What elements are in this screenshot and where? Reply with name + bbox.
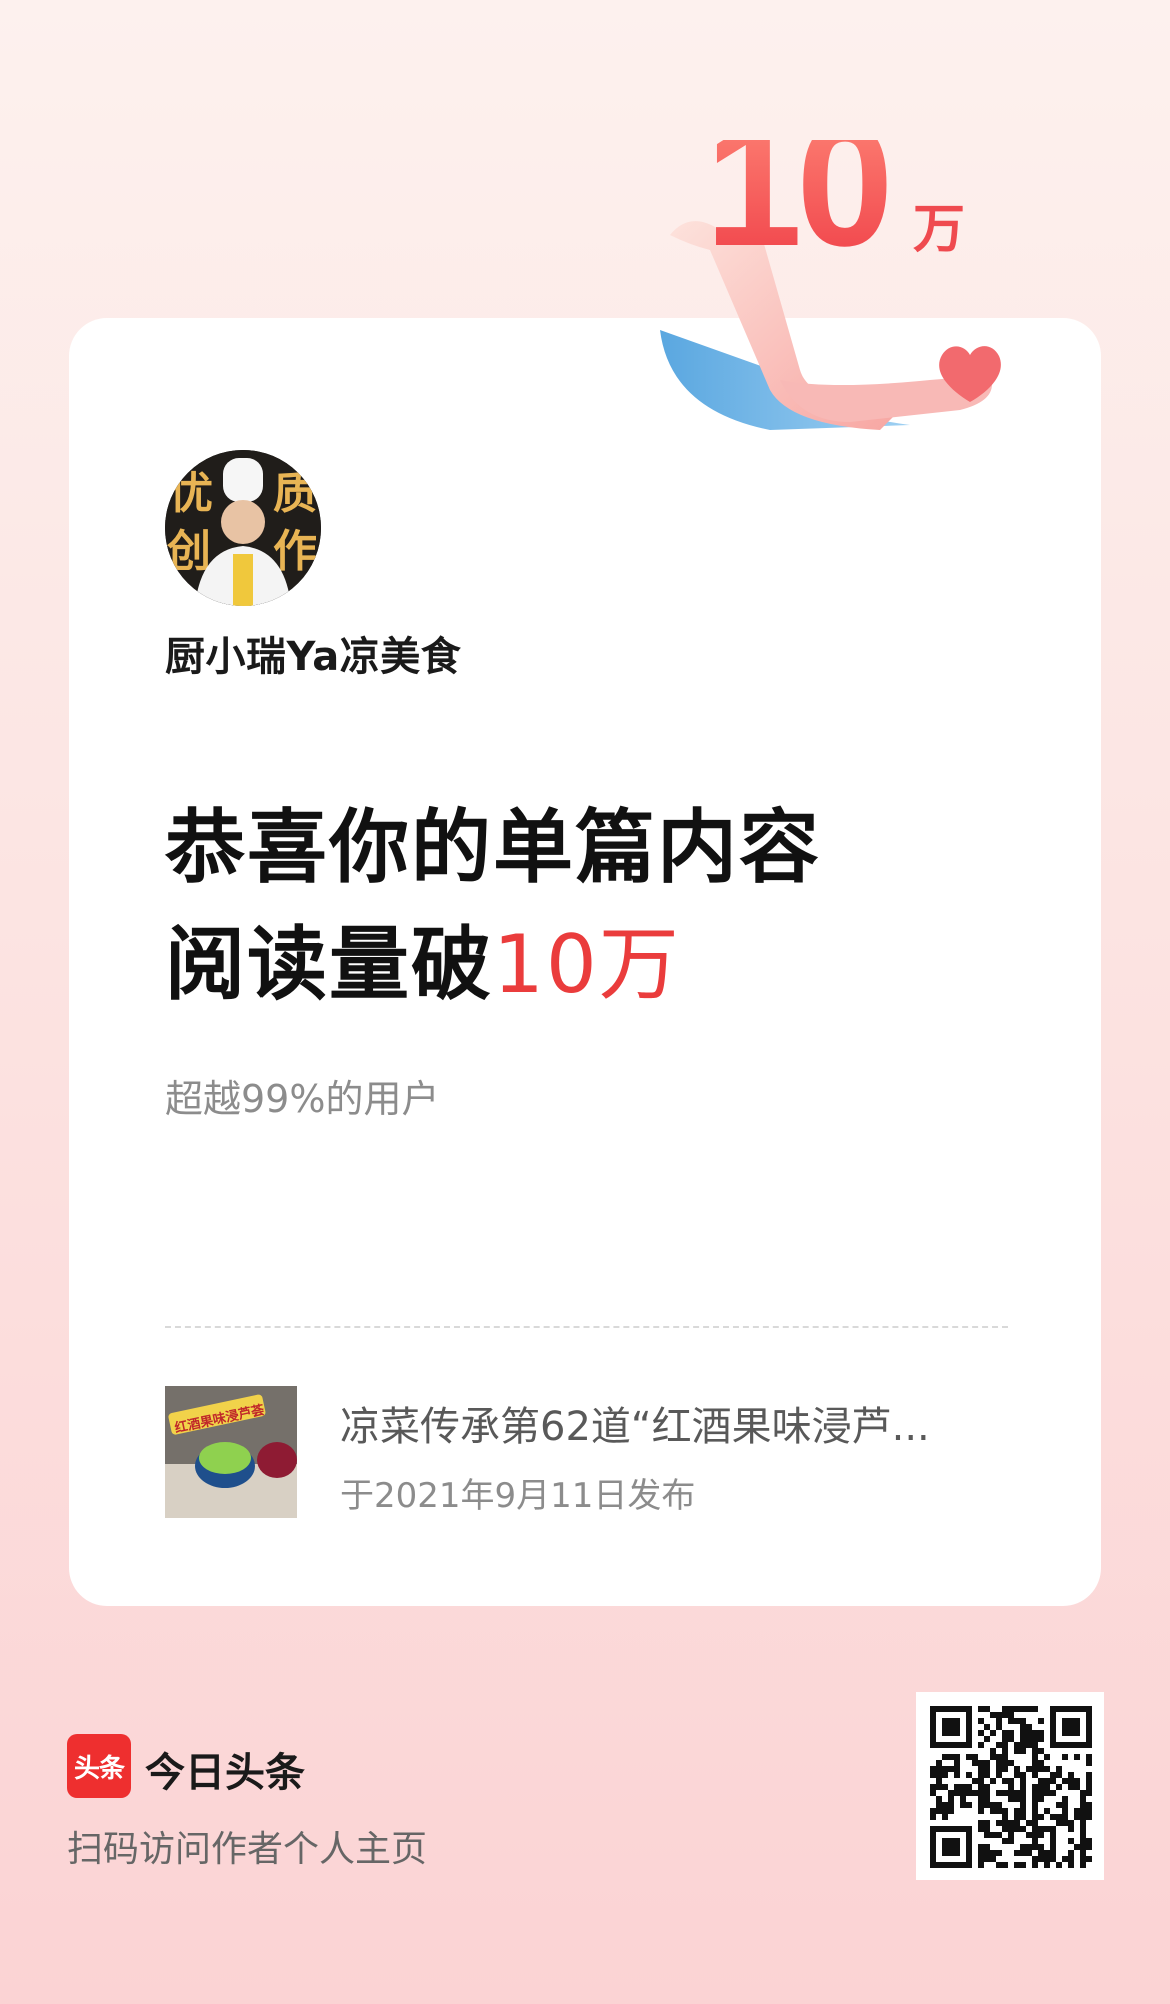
avatar-image: 优 质 创 作 xyxy=(165,450,321,606)
author-avatar[interactable]: 优 质 创 作 xyxy=(165,450,321,606)
badge-number: 10 xyxy=(705,140,888,283)
qr-code[interactable] xyxy=(916,1692,1104,1880)
headline-line-2: 阅读量破10万 xyxy=(165,925,681,1005)
thumbnail-image: 红酒果味浸芦荟 xyxy=(165,1386,297,1518)
article-title[interactable]: 凉菜传承第62道“红酒果味浸芦... xyxy=(340,1394,980,1452)
app-name: 今日头条 xyxy=(145,1750,305,1796)
scan-hint: 扫码访问作者个人主页 xyxy=(67,1829,428,1870)
article-date: 于2021年9月11日发布 xyxy=(340,1476,696,1516)
qr-code-icon xyxy=(930,1706,1092,1868)
logo-text: 头条 xyxy=(73,1753,125,1784)
author-name[interactable]: 厨小瑞Ya凉美食 xyxy=(165,624,461,682)
headline-highlight: 10万 xyxy=(493,918,681,1011)
headline-line-1: 恭喜你的单篇内容 xyxy=(165,801,821,894)
toutiao-logo-icon: 头条 xyxy=(67,1734,131,1798)
achievement-badge: 10 万 xyxy=(660,140,1001,430)
rank-stat: 超越99%的用户 xyxy=(165,1077,440,1121)
dashed-divider xyxy=(165,1326,1008,1328)
badge-unit: 万 xyxy=(913,200,965,260)
article-thumbnail[interactable]: 红酒果味浸芦荟 xyxy=(165,1386,297,1518)
headline-prefix: 阅读量破 xyxy=(165,918,493,1011)
